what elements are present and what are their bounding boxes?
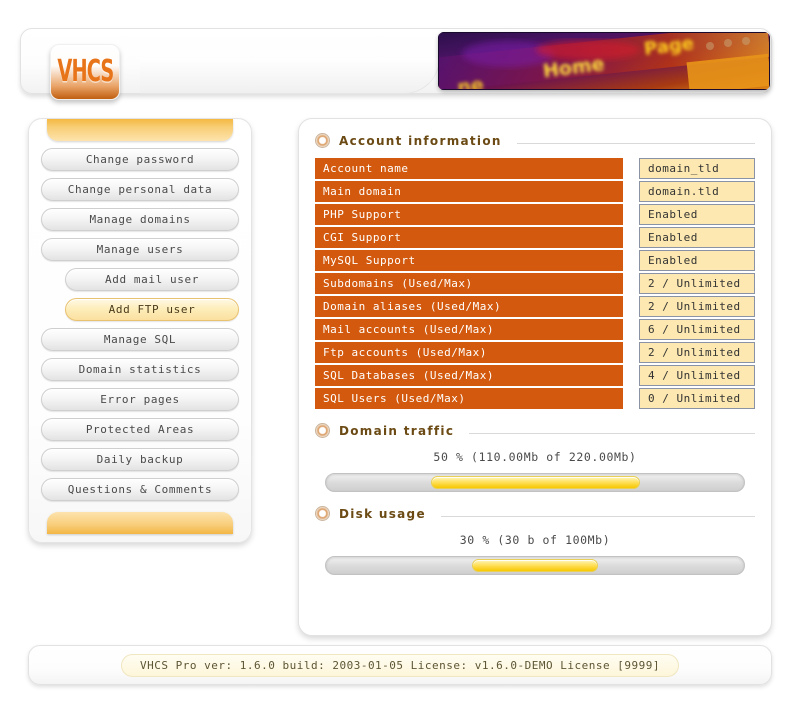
table-cell-label: Mail accounts (Used/Max): [315, 319, 623, 340]
menu-scroll-stub-bottom[interactable]: [47, 512, 233, 534]
table-cell-value: Enabled: [639, 204, 755, 225]
table-row: Account name domain_tld: [315, 158, 755, 179]
sidebar-item-daily-backup[interactable]: Daily backup: [41, 448, 239, 471]
footer-version-text: VHCS Pro ver: 1.6.0 build: 2003-01-05 Li…: [121, 653, 679, 677]
table-cell-value: Enabled: [639, 227, 755, 248]
disk-usage-summary: 30 % (30 b of 100Mb): [459, 533, 611, 547]
domain-traffic-summary: 50 % (110.00Mb of 220.00Mb): [433, 450, 637, 464]
svg-text:ne: ne: [456, 74, 485, 90]
domain-traffic-progress-fill: [430, 476, 640, 489]
sidebar-item-change-password[interactable]: Change password: [41, 148, 239, 171]
vhcs-logo[interactable]: VHCS: [50, 44, 120, 100]
sidebar-item-label: Manage SQL: [103, 333, 177, 346]
sidebar-item-questions-comments[interactable]: Questions & Comments: [41, 478, 239, 501]
table-cell-label: PHP Support: [315, 204, 623, 225]
table-cell-label: Ftp accounts (Used/Max): [315, 342, 623, 363]
header-banner-image: ne Home Page: [438, 32, 770, 90]
domain-traffic-header: Domain traffic: [315, 423, 755, 438]
page-footer: VHCS Pro ver: 1.6.0 build: 2003-01-05 Li…: [28, 645, 772, 685]
domain-traffic-progressbar: [325, 473, 745, 492]
table-row: Subdomains (Used/Max) 2 / Unlimited: [315, 273, 755, 294]
table-cell-label: SQL Databases (Used/Max): [315, 365, 623, 386]
table-cell-value: 4 / Unlimited: [639, 365, 755, 386]
table-cell-label: Main domain: [315, 181, 623, 202]
table-cell-value: domain.tld: [639, 181, 755, 202]
sidebar-item-error-pages[interactable]: Error pages: [41, 388, 239, 411]
sidebar-item-label: Daily backup: [96, 453, 184, 466]
table-cell-value: domain_tld: [639, 158, 755, 179]
table-cell-label: Domain aliases (Used/Max): [315, 296, 623, 317]
sidebar-item-label: Manage users: [96, 243, 184, 256]
bullet-circle-icon: [315, 133, 330, 148]
table-row: Mail accounts (Used/Max) 6 / Unlimited: [315, 319, 755, 340]
table-cell-label: SQL Users (Used/Max): [315, 388, 623, 409]
sidebar-item-label: Add FTP user: [108, 303, 196, 316]
sidebar-item-change-personal-data[interactable]: Change personal data: [41, 178, 239, 201]
sidebar-item-label: Change password: [85, 153, 195, 166]
table-cell-label: Account name: [315, 158, 623, 179]
sidebar-item-domain-statistics[interactable]: Domain statistics: [41, 358, 239, 381]
domain-traffic-title: Domain traffic: [339, 423, 455, 438]
sidebar-item-label: Add mail user: [105, 273, 199, 286]
table-cell-label: MySQL Support: [315, 250, 623, 271]
table-cell-label: CGI Support: [315, 227, 623, 248]
table-cell-value: 0 / Unlimited: [639, 388, 755, 409]
account-information-table: Account name domain_tld Main domain domain.…: [315, 158, 755, 409]
page-header: VHCS ne Home Page: [20, 28, 772, 100]
sidebar-item-protected-areas[interactable]: Protected Areas: [41, 418, 239, 441]
sidebar-item-label: Protected Areas: [85, 423, 195, 436]
disk-usage-section: Disk usage 30 % (30 b of 100Mb): [315, 506, 755, 575]
sidebar-item-label: Manage domains: [89, 213, 191, 226]
sidebar-item-label: Change personal data: [67, 183, 213, 196]
table-row: Ftp accounts (Used/Max) 2 / Unlimited: [315, 342, 755, 363]
menu-scroll-stub-top[interactable]: [47, 119, 233, 141]
main-content-panel: Account information Account name domain_t…: [298, 118, 772, 636]
table-cell-value: 2 / Unlimited: [639, 273, 755, 294]
sidebar-item-list: Change password Change personal data Manag…: [41, 148, 239, 501]
header-divider: [516, 143, 755, 144]
sidebar-menu: Change password Change personal data Manag…: [28, 118, 252, 543]
table-row: Domain aliases (Used/Max) 2 / Unlimited: [315, 296, 755, 317]
disk-usage-title: Disk usage: [339, 506, 426, 521]
sidebar-item-label: Domain statistics: [78, 363, 202, 376]
header-curve-decoration: [140, 58, 440, 94]
table-cell-value: 2 / Unlimited: [639, 296, 755, 317]
header-divider: [440, 516, 755, 517]
neon-home-page-sign-icon: ne Home Page: [438, 32, 770, 90]
disk-usage-header: Disk usage: [315, 506, 755, 521]
sidebar-item-manage-sql[interactable]: Manage SQL: [41, 328, 239, 351]
sidebar-item-add-ftp-user[interactable]: Add FTP user: [65, 298, 239, 321]
table-cell-label: Subdomains (Used/Max): [315, 273, 623, 294]
table-row: MySQL Support Enabled: [315, 250, 755, 271]
domain-traffic-section: Domain traffic 50 % (110.00Mb of 220.00M…: [315, 423, 755, 492]
table-row: PHP Support Enabled: [315, 204, 755, 225]
table-cell-value: 6 / Unlimited: [639, 319, 755, 340]
account-information-title: Account information: [339, 133, 502, 148]
disk-usage-progress-fill: [472, 559, 598, 572]
table-cell-value: Enabled: [639, 250, 755, 271]
table-row: SQL Databases (Used/Max) 4 / Unlimited: [315, 365, 755, 386]
table-row: SQL Users (Used/Max) 0 / Unlimited: [315, 388, 755, 409]
vhcs-logo-text: VHCS: [57, 53, 114, 89]
bullet-circle-icon: [315, 423, 330, 438]
disk-usage-progressbar: [325, 556, 745, 575]
table-row: CGI Support Enabled: [315, 227, 755, 248]
sidebar-item-manage-domains[interactable]: Manage domains: [41, 208, 239, 231]
table-row: Main domain domain.tld: [315, 181, 755, 202]
sidebar-item-label: Error pages: [100, 393, 180, 406]
bullet-circle-icon: [315, 506, 330, 521]
sidebar-item-manage-users[interactable]: Manage users: [41, 238, 239, 261]
sidebar-item-label: Questions & Comments: [67, 483, 213, 496]
header-divider: [469, 433, 755, 434]
table-cell-value: 2 / Unlimited: [639, 342, 755, 363]
account-information-header: Account information: [315, 133, 755, 148]
sidebar-item-add-mail-user[interactable]: Add mail user: [65, 268, 239, 291]
